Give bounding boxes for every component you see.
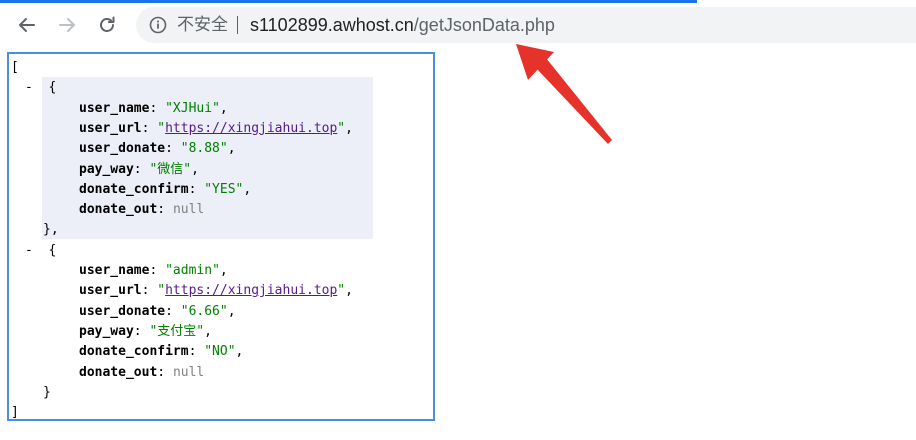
json-field: user_donate: "8.88", xyxy=(79,139,236,159)
reload-button[interactable] xyxy=(89,7,125,43)
url-path: /getJsonData.php xyxy=(413,15,555,35)
json-open-bracket: [ xyxy=(11,58,19,78)
json-key: donate_confirm xyxy=(79,181,189,197)
json-field: donate_out: null xyxy=(79,200,204,220)
back-button[interactable] xyxy=(9,7,45,43)
json-field: user_name: "XJHui", xyxy=(79,99,228,119)
comma: , xyxy=(345,283,353,299)
json-key: user_donate xyxy=(79,303,166,319)
open-brace: { xyxy=(48,80,57,96)
collapse-toggle[interactable]: - xyxy=(25,80,33,95)
json-key: donate_confirm xyxy=(79,344,189,360)
colon: : xyxy=(165,141,181,157)
json-field: donate_out: null xyxy=(79,363,204,383)
json-object-end: }, xyxy=(43,220,59,240)
json-field: user_url: "https://xingjiahui.top", xyxy=(79,281,353,301)
json-key: user_name xyxy=(79,263,150,278)
json-string-value: "6.66" xyxy=(180,303,228,319)
json-link[interactable]: https://xingjiahui.top xyxy=(165,121,337,136)
json-string-value: "XJHui" xyxy=(165,100,220,116)
back-arrow-icon xyxy=(19,18,35,32)
json-key: donate_out xyxy=(79,202,158,218)
quote: " xyxy=(157,120,166,136)
colon: : xyxy=(188,181,205,197)
browser-toolbar: 不安全 s1102899.awhost.cn/getJsonData.php xyxy=(0,3,916,46)
json-key: user_name xyxy=(79,100,150,116)
collapse-toggle[interactable]: - xyxy=(25,243,33,258)
json-null-value: null xyxy=(172,202,205,218)
colon: : xyxy=(133,161,150,177)
json-key: pay_way xyxy=(79,161,134,177)
json-object-end: } xyxy=(43,383,51,403)
json-field: pay_way: "微信", xyxy=(79,160,199,180)
quote: " xyxy=(337,283,346,299)
json-field: donate_confirm: "NO", xyxy=(79,342,243,362)
reload-icon xyxy=(100,16,115,32)
json-link[interactable]: https://xingjiahui.top xyxy=(165,283,337,298)
json-key: user_url xyxy=(79,120,142,136)
url-text[interactable]: s1102899.awhost.cn/getJsonData.php xyxy=(250,14,555,36)
info-icon[interactable] xyxy=(149,16,167,34)
quote: " xyxy=(337,120,346,136)
url-host: s1102899.awhost.cn xyxy=(250,15,414,35)
comma: , xyxy=(235,344,244,360)
colon: : xyxy=(149,263,166,278)
open-bracket: [ xyxy=(11,60,19,75)
comma: , xyxy=(227,303,236,319)
json-object-start: - { xyxy=(25,78,56,98)
comma: , xyxy=(345,120,353,136)
comma: , xyxy=(227,141,236,157)
json-field: user_donate: "6.66", xyxy=(79,302,236,322)
open-brace: { xyxy=(48,242,57,258)
json-field: donate_confirm: "YES", xyxy=(79,180,251,200)
forward-button[interactable] xyxy=(49,7,85,43)
colon: : xyxy=(165,303,181,319)
json-close-bracket: ] xyxy=(11,403,19,423)
json-string-value: "admin" xyxy=(165,263,220,278)
json-string-value: "NO" xyxy=(204,344,236,360)
colon: : xyxy=(133,323,150,339)
json-null-value: null xyxy=(172,364,205,380)
close-brace: } xyxy=(43,384,51,400)
forward-arrow-icon xyxy=(59,18,75,32)
comma: , xyxy=(191,161,199,177)
colon: : xyxy=(141,120,158,136)
json-viewer-highlight-box: [- {user_name: "XJHui", user_url: "https:… xyxy=(7,52,435,421)
quote: " xyxy=(157,283,166,299)
colon: : xyxy=(157,364,173,380)
omnibox-separator xyxy=(237,16,238,34)
json-string-value: "微信" xyxy=(149,161,192,177)
comma: , xyxy=(219,100,228,116)
colon: : xyxy=(157,202,173,218)
colon: : xyxy=(141,283,158,299)
json-string-value: "YES" xyxy=(204,181,244,197)
json-string-value: "支付宝" xyxy=(149,323,205,339)
json-key: user_url xyxy=(79,283,142,299)
json-key: donate_out xyxy=(79,364,158,380)
json-object-start: - { xyxy=(25,241,56,261)
close-bracket: ] xyxy=(11,405,19,421)
json-field: pay_way: "支付宝", xyxy=(79,322,212,342)
close-brace: }, xyxy=(43,222,59,238)
colon: : xyxy=(149,100,166,116)
json-key: user_donate xyxy=(79,141,166,157)
comma: , xyxy=(243,181,252,197)
json-field: user_name: "admin", xyxy=(79,261,228,281)
colon: : xyxy=(188,344,205,360)
json-key: pay_way xyxy=(79,323,134,339)
json-string-value: "8.88" xyxy=(180,141,228,157)
json-field: user_url: "https://xingjiahui.top", xyxy=(79,119,353,139)
comma: , xyxy=(204,323,212,339)
comma: , xyxy=(219,263,228,278)
security-status-label[interactable]: 不安全 xyxy=(177,15,228,35)
json-viewer: [- {user_name: "XJHui", user_url: "https:… xyxy=(9,54,433,420)
annotation-arrow-icon xyxy=(516,44,612,144)
